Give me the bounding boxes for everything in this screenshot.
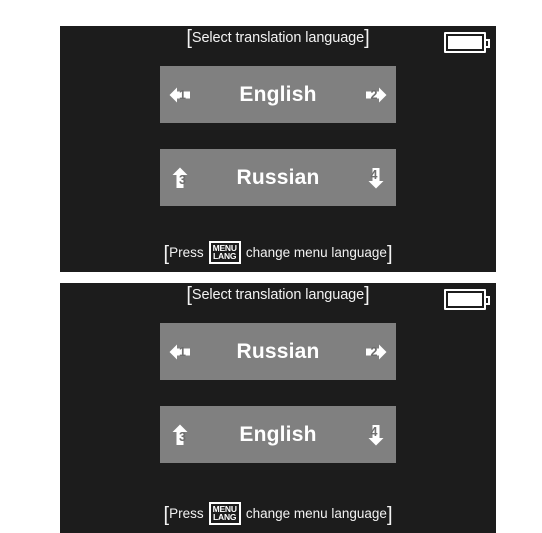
device-screen-top: [Select translation language] 1 English … <box>60 26 496 272</box>
language-options-list: 1 Russian 2 3 English 4 <box>60 323 496 463</box>
menu-lang-line2: LANG <box>213 512 237 523</box>
title-close-bracket: ] <box>364 284 370 306</box>
language-option-label: Russian <box>236 165 320 189</box>
battery-full-icon <box>444 32 490 53</box>
title-open-bracket: [ <box>186 284 192 306</box>
language-option-row-1[interactable]: 1 Russian 2 <box>160 323 396 380</box>
title-text: Select translation language <box>191 30 365 46</box>
language-options-list: 1 English 2 3 Russian 4 <box>60 66 496 206</box>
menu-lang-line2: LANG <box>213 251 237 262</box>
footer-open-bracket: [ <box>163 243 170 266</box>
battery-fill <box>448 36 482 49</box>
screen-header: [Select translation language] <box>60 283 496 323</box>
footer-open-bracket: [ <box>163 504 170 527</box>
arrow-right-icon[interactable]: 2 <box>364 340 388 364</box>
screen-footer-hint: [ Press MENU LANG change menu language ] <box>60 501 496 527</box>
footer-close-bracket: ] <box>386 504 393 527</box>
arrow-left-icon[interactable]: 1 <box>168 83 192 107</box>
menu-lang-key-badge[interactable]: MENU LANG <box>208 501 241 525</box>
language-option-label: English <box>239 422 317 446</box>
arrow-up-icon[interactable]: 3 <box>168 166 192 190</box>
arrow-down-icon[interactable]: 4 <box>364 423 388 447</box>
language-option-row-2[interactable]: 3 Russian 4 <box>160 149 396 206</box>
battery-full-icon <box>444 289 490 310</box>
battery-cap <box>485 39 490 48</box>
language-option-row-1[interactable]: 1 English 2 <box>160 66 396 123</box>
arrow-right-icon[interactable]: 2 <box>364 83 388 107</box>
screen-header: [Select translation language] <box>60 26 496 66</box>
title-text: Select translation language <box>191 287 365 303</box>
arrow-up-icon[interactable]: 3 <box>168 423 192 447</box>
page-title: [Select translation language] <box>60 284 496 306</box>
footer-prefix: Press <box>169 505 204 521</box>
language-option-row-2[interactable]: 3 English 4 <box>160 406 396 463</box>
footer-suffix: change menu language <box>245 505 387 521</box>
arrow-left-icon[interactable]: 1 <box>168 340 192 364</box>
screen-footer-hint: [ Press MENU LANG change menu language ] <box>60 240 496 266</box>
footer-prefix: Press <box>169 244 204 260</box>
page-title: [Select translation language] <box>60 27 496 49</box>
battery-cap <box>485 296 490 305</box>
language-option-label: English <box>239 82 317 106</box>
menu-lang-key-badge[interactable]: MENU LANG <box>208 240 241 264</box>
footer-suffix: change menu language <box>245 244 387 260</box>
battery-fill <box>448 293 482 306</box>
footer-close-bracket: ] <box>386 243 393 266</box>
device-screen-bottom: [Select translation language] 1 Russian … <box>60 283 496 533</box>
arrow-down-icon[interactable]: 4 <box>364 166 388 190</box>
language-option-label: Russian <box>236 339 320 363</box>
title-close-bracket: ] <box>364 27 370 49</box>
title-open-bracket: [ <box>186 27 192 49</box>
